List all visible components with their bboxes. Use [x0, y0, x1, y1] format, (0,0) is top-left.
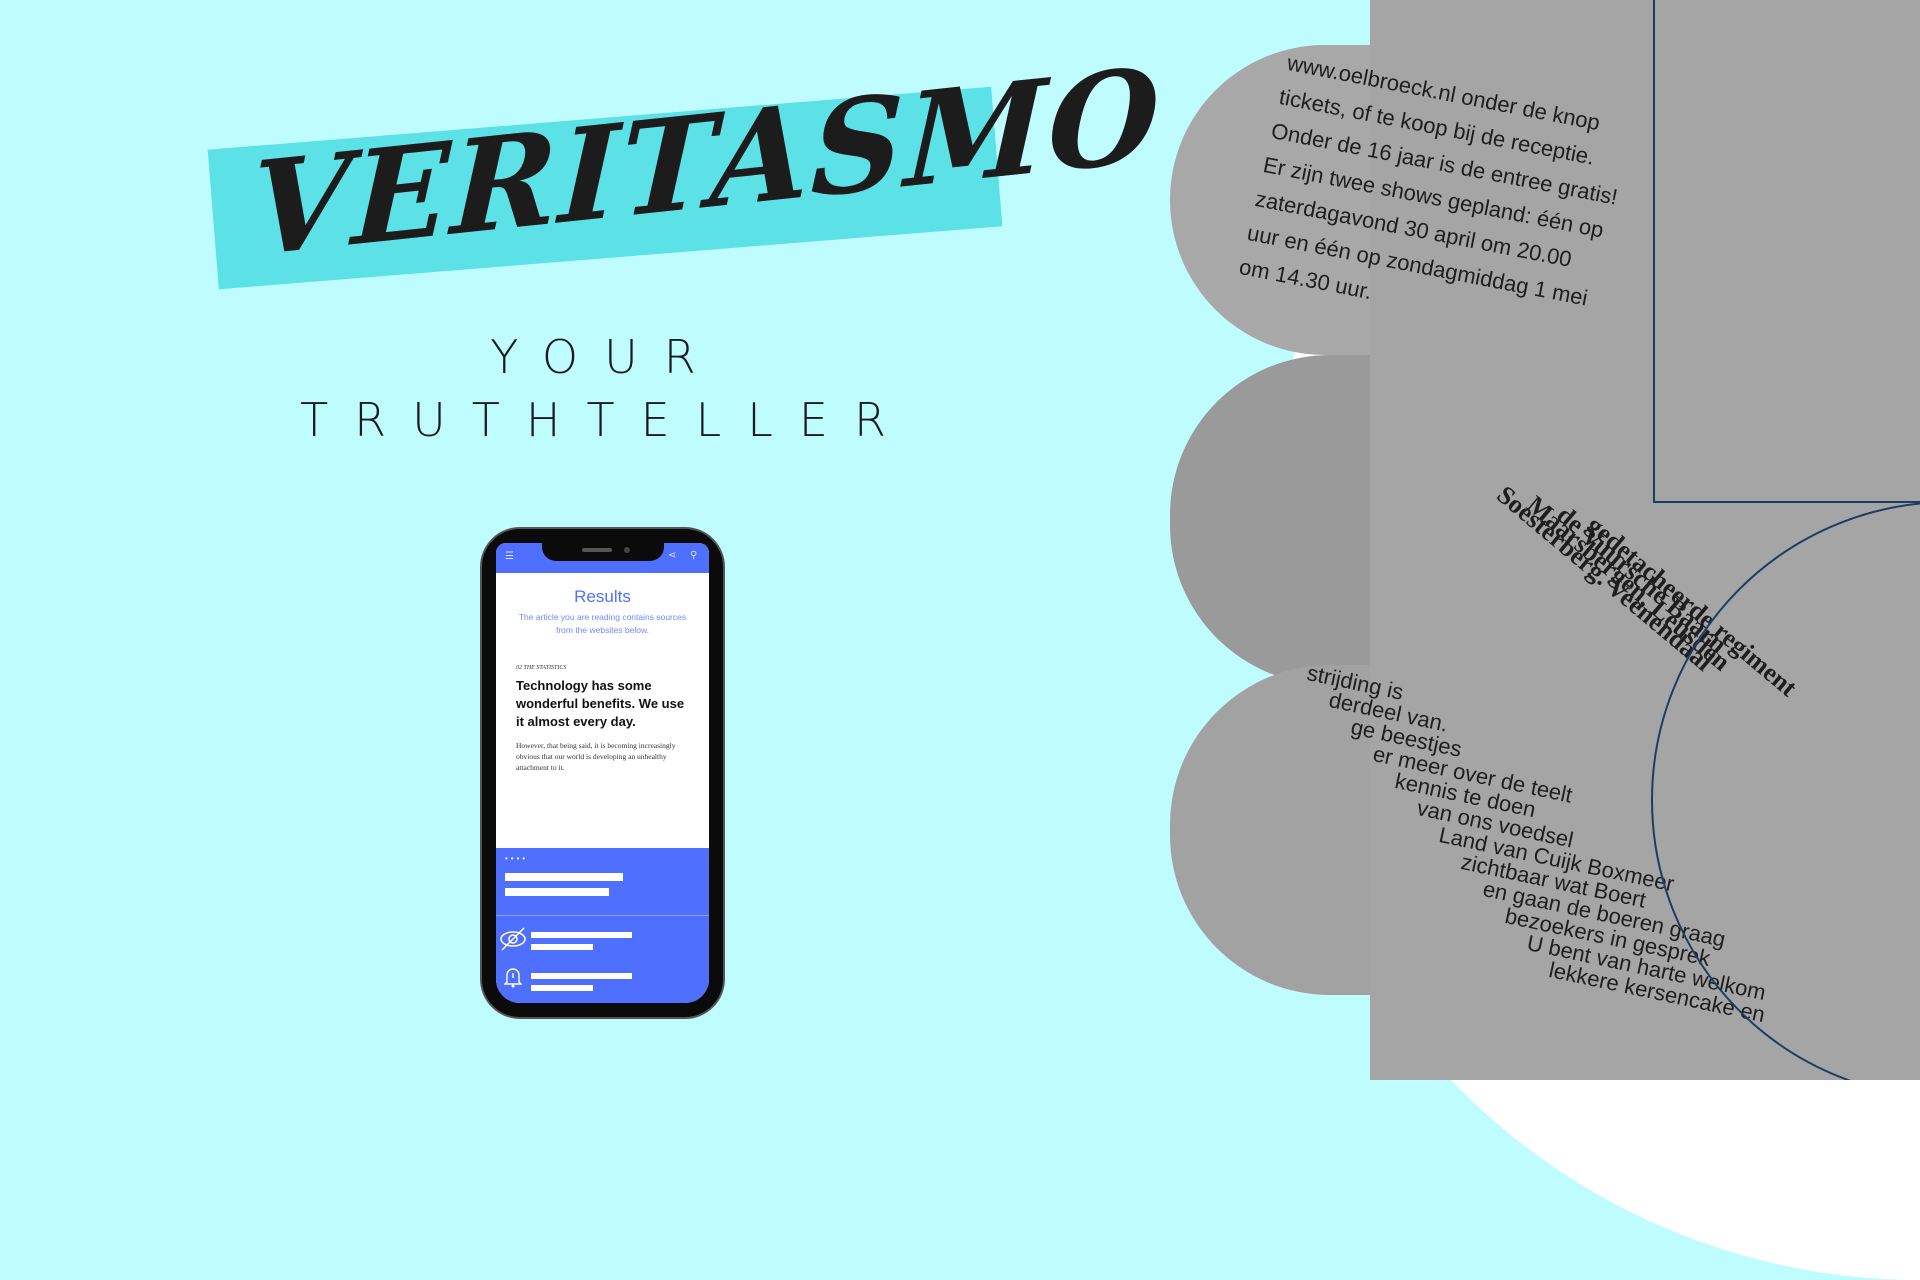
article-kicker: 02 The statistics	[516, 665, 567, 671]
placeholder-bar	[531, 985, 593, 991]
results-title: Results	[574, 587, 631, 606]
phone-notch	[542, 543, 664, 561]
tagline-line2: TRUTHTELLER	[300, 393, 912, 447]
sources-panel: ••••	[496, 848, 709, 1003]
phone-screen: ☰ ⋖ ⚲ Results The article you are readin…	[496, 543, 709, 1003]
bell-icon[interactable]	[503, 966, 523, 993]
article: 02 The statistics Technology has some wo…	[496, 665, 709, 773]
phone-mockup: ☰ ⋖ ⚲ Results The article you are readin…	[480, 527, 725, 1019]
placeholder-bar	[531, 932, 632, 938]
placeholder-bar	[531, 973, 632, 979]
decorative-circle-line	[1651, 502, 1920, 1080]
placeholder-bar	[505, 888, 609, 896]
eye-slash-icon[interactable]	[499, 926, 527, 957]
dots-indicator: ••••	[505, 854, 529, 863]
results-description: The article you are reading contains sou…	[518, 612, 687, 635]
placeholder-bar	[531, 944, 593, 950]
tagline-line1: YOUR	[490, 330, 722, 384]
decorative-frame-line	[1653, 0, 1920, 503]
placeholder-bar	[505, 873, 623, 881]
article-headline: Technology has some wonderful benefits. …	[516, 678, 685, 729]
article-body: However, that being said, it is becoming…	[516, 741, 676, 772]
menu-icon[interactable]: ☰	[505, 551, 514, 562]
share-icon[interactable]: ⋖	[668, 550, 676, 561]
search-icon[interactable]: ⚲	[690, 550, 697, 561]
divider	[496, 915, 709, 916]
